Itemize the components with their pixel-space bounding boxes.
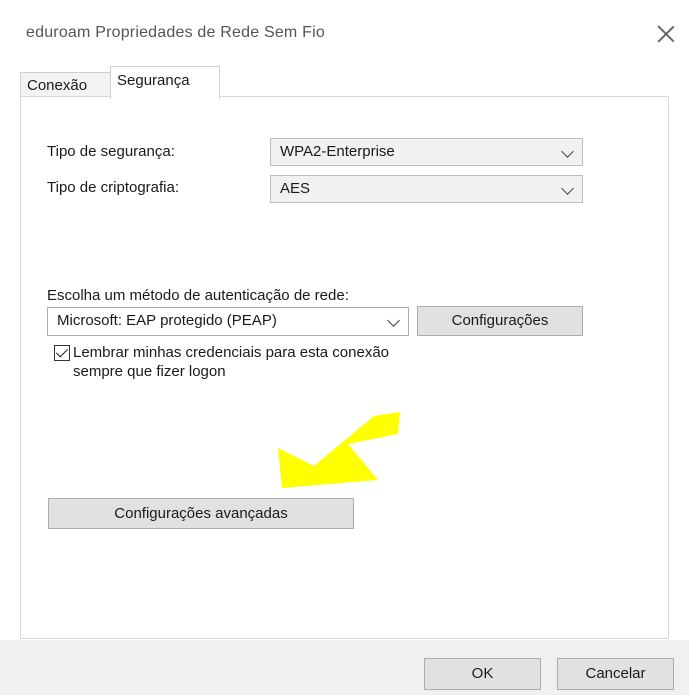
security-type-label: Tipo de segurança: xyxy=(47,143,175,160)
security-type-value: WPA2-Enterprise xyxy=(280,143,395,160)
check-icon xyxy=(55,345,69,358)
ok-button-label: OK xyxy=(471,665,494,682)
auth-method-value: Microsoft: EAP protegido (PEAP) xyxy=(57,312,277,329)
auth-method-select[interactable]: Microsoft: EAP protegido (PEAP) xyxy=(47,307,409,336)
encryption-type-select[interactable]: AES xyxy=(270,175,583,203)
cancel-button[interactable]: Cancelar xyxy=(557,658,674,690)
remember-credentials-checkbox[interactable] xyxy=(54,345,70,361)
tab-seguranca-label: Segurança xyxy=(117,72,190,89)
auth-method-label: Escolha um método de autenticação de red… xyxy=(47,287,349,304)
auth-settings-button[interactable]: Configurações xyxy=(417,306,583,336)
window-title: eduroam Propriedades de Rede Sem Fio xyxy=(26,24,325,41)
dialog-footer: OK Cancelar xyxy=(0,640,689,695)
chevron-down-icon xyxy=(561,145,574,158)
remember-credentials-label-line2: sempre que fizer logon xyxy=(73,363,226,380)
ok-button[interactable]: OK xyxy=(424,658,541,690)
auth-settings-button-label: Configurações xyxy=(451,312,549,329)
chevron-down-icon xyxy=(561,182,574,195)
title-bar: eduroam Propriedades de Rede Sem Fio xyxy=(0,0,689,64)
remember-credentials-label-line1: Lembrar minhas credenciais para esta con… xyxy=(73,344,390,361)
tab-conexao-label: Conexão xyxy=(27,77,88,94)
encryption-type-value: AES xyxy=(280,180,311,197)
encryption-type-label: Tipo de criptografia: xyxy=(47,179,180,196)
advanced-settings-button-label: Configurações avançadas xyxy=(114,505,288,522)
security-type-select[interactable]: WPA2-Enterprise xyxy=(270,138,583,166)
cancel-button-label: Cancelar xyxy=(585,665,646,682)
annotation-arrow-icon xyxy=(278,412,400,488)
chevron-down-icon xyxy=(387,314,400,327)
tab-conexao[interactable]: Conexão xyxy=(20,72,116,98)
advanced-settings-button[interactable]: Configurações avançadas xyxy=(48,498,354,529)
close-icon[interactable] xyxy=(652,20,680,48)
tab-seguranca[interactable]: Segurança xyxy=(110,66,220,99)
